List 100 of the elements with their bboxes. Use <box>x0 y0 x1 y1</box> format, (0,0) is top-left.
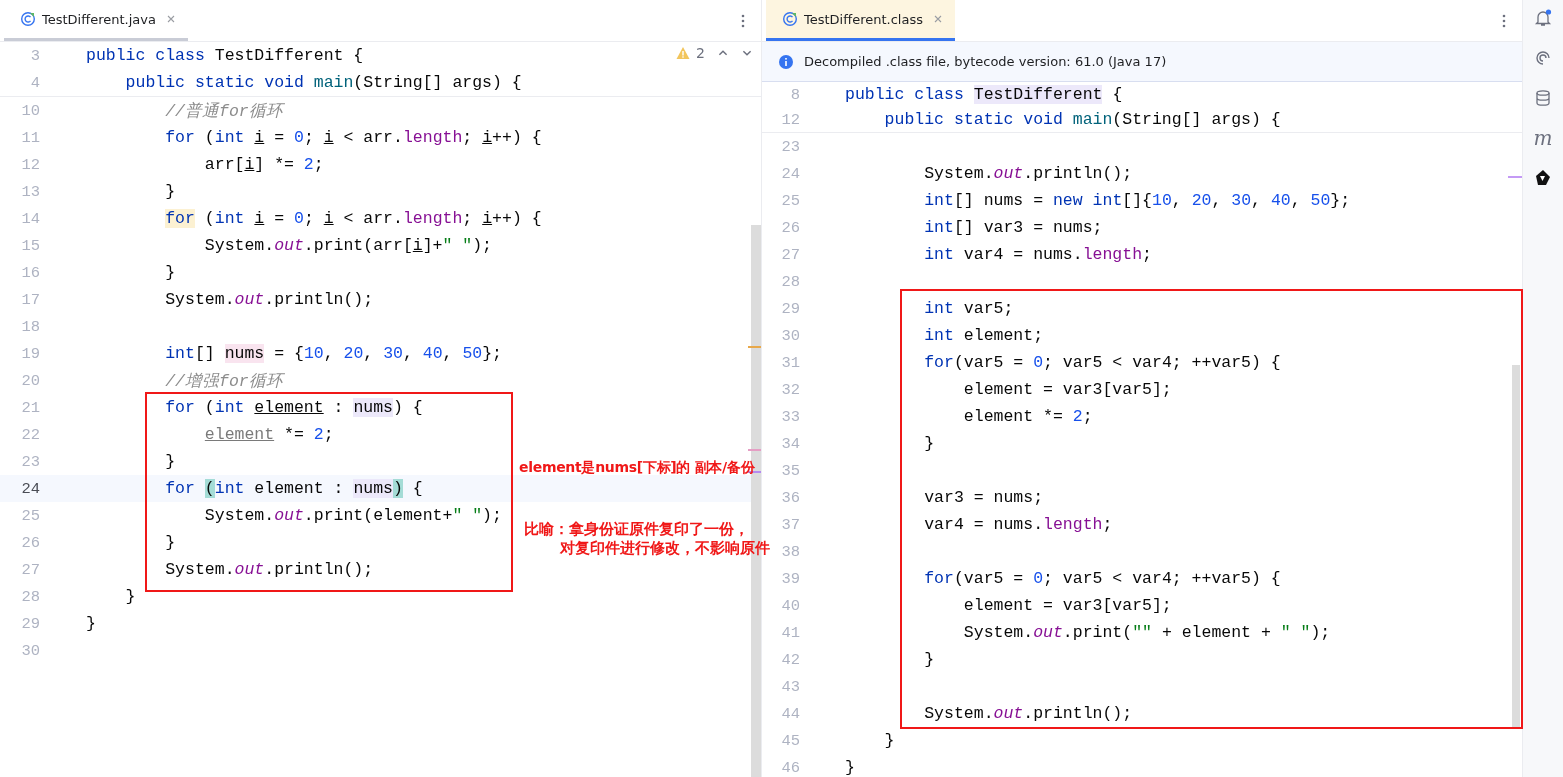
code-token: ( <box>204 128 215 147</box>
code-token: i <box>323 128 334 147</box>
code-token: 10 <box>303 344 324 363</box>
code-token: 20 <box>343 344 364 363</box>
line-number: 27 <box>20 560 40 579</box>
code-token: 30 <box>1231 191 1252 210</box>
code-token: *= <box>284 425 305 444</box>
line-number: 26 <box>20 533 40 552</box>
code-token: i <box>244 155 255 174</box>
annotation-text: element是nums[下标]的 副本/备份 <box>519 459 755 477</box>
line-number: 30 <box>20 641 40 660</box>
line-number: 41 <box>780 623 800 642</box>
code-token: element : <box>254 479 345 498</box>
code-token: int <box>924 326 955 345</box>
code-token: 50 <box>462 344 483 363</box>
code-token: , <box>442 344 454 363</box>
line-number: 14 <box>20 209 40 228</box>
code-token: + element + <box>1161 623 1272 642</box>
code-token: } <box>86 614 96 633</box>
code-token: ; <box>1102 515 1113 534</box>
code-token: out <box>274 506 304 525</box>
more-options-icon[interactable] <box>741 13 745 28</box>
line-number: 12 <box>20 155 40 174</box>
close-icon[interactable] <box>165 14 176 24</box>
code-token: { <box>1112 85 1123 104</box>
code-token: .println(); <box>1023 164 1133 183</box>
code-token: = { <box>274 344 304 363</box>
code-token: out <box>274 236 304 255</box>
code-token: //增强for循环 <box>165 370 283 392</box>
scrollbar-thumb[interactable] <box>1512 365 1520 728</box>
code-token: } <box>884 731 895 750</box>
code-token: System. <box>165 290 235 309</box>
code-token: }; <box>482 344 502 363</box>
code-token: out <box>993 704 1024 723</box>
code-token: //普通for循环 <box>165 100 283 122</box>
code-token: System. <box>204 506 275 525</box>
code-token: int <box>924 191 954 210</box>
code-token: out <box>1033 623 1063 642</box>
close-icon[interactable] <box>933 14 943 24</box>
code-token: out <box>234 560 265 579</box>
line-number: 27 <box>780 245 800 264</box>
code-token: 20 <box>1191 191 1212 210</box>
code-token: for <box>165 479 196 498</box>
code-token: TestDifferent { <box>214 46 364 65</box>
code-token: 2 <box>1072 407 1083 426</box>
more-options-icon[interactable] <box>1502 13 1506 28</box>
code-token: int <box>924 245 955 264</box>
database-icon[interactable] <box>1533 88 1553 108</box>
line-number: 21 <box>20 398 40 417</box>
line-number: 35 <box>780 461 800 480</box>
line-number: 10 <box>20 101 40 120</box>
line-number: 32 <box>780 380 800 399</box>
line-number: 38 <box>780 542 800 561</box>
editor-tab[interactable]: TestDifferent.class <box>766 0 955 41</box>
code-token: public class <box>845 85 965 104</box>
code-token: element = var3[var5]; <box>963 380 1172 399</box>
line-number: 4 <box>29 73 40 92</box>
code-token: ; <box>313 155 324 174</box>
code-token: System. <box>924 164 994 183</box>
code-token: .print(arr[ <box>303 236 413 255</box>
code-token: i <box>254 209 265 228</box>
code-token: .println(); <box>264 560 374 579</box>
banner-text: Decompiled .class file, bytecode version: 61.0 (Java 17) <box>804 54 1167 69</box>
editor-tab[interactable]: TestDifferent.java <box>4 0 188 41</box>
code-token: ); <box>482 506 502 525</box>
code-token: , <box>1211 191 1223 210</box>
code-token: ) { <box>393 398 423 417</box>
code-token: = <box>274 209 286 228</box>
code-token: var3 = nums; <box>924 488 1044 507</box>
spiral-icon[interactable] <box>1533 48 1553 68</box>
code-token: 30 <box>383 344 403 363</box>
line-number: 46 <box>780 758 800 777</box>
line-number: 20 <box>20 371 40 390</box>
code-token: ); <box>1310 623 1331 642</box>
plugin-button[interactable]: m <box>1533 128 1553 148</box>
line-number: 15 <box>20 236 40 255</box>
line-number: 30 <box>780 326 800 345</box>
annotation-text: 比喻：拿身份证原件复印了一份， <box>524 520 749 539</box>
code-token: = <box>274 128 286 147</box>
code-token: var4 = nums. <box>963 245 1083 264</box>
line-number: 23 <box>780 137 800 156</box>
code-token: for <box>165 128 195 147</box>
line-number: 22 <box>20 425 40 444</box>
notification-bell-icon[interactable] <box>1533 8 1553 28</box>
code-token: " " <box>1280 623 1311 642</box>
code-token: i <box>412 236 423 255</box>
code-token: < arr. <box>343 209 403 228</box>
code-token: [] var3 = nums; <box>953 218 1103 237</box>
code-token: ; <box>1082 407 1093 426</box>
code-token: , <box>363 344 375 363</box>
code-token: int <box>214 398 246 417</box>
code-token: i <box>482 209 493 228</box>
code-token: for <box>165 209 195 228</box>
code-token: ]+ <box>422 236 443 255</box>
code-token: int <box>214 209 246 228</box>
line-number: 26 <box>780 218 800 237</box>
code-token: (String[] args) { <box>1112 110 1281 129</box>
code-token: int <box>214 128 246 147</box>
code-token: ; var5 < var4; ++var5) { <box>1043 569 1281 588</box>
code-token: , <box>402 344 414 363</box>
